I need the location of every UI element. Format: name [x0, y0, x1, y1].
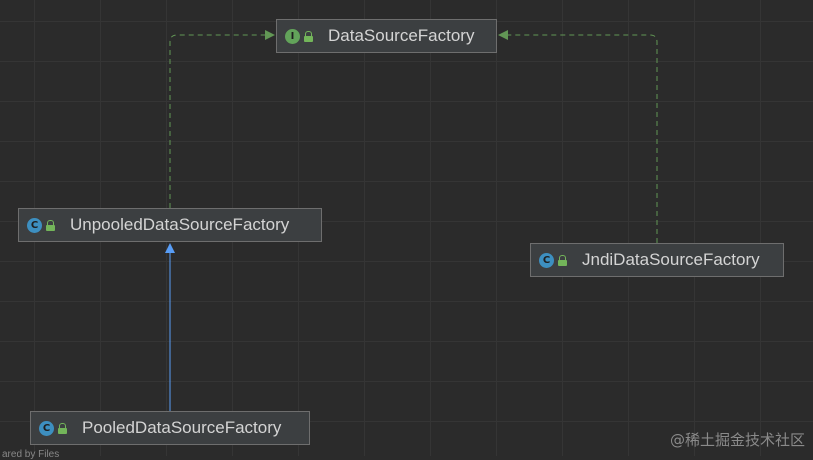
node-jndi-datasource-factory[interactable]: C JndiDataSourceFactory — [530, 243, 784, 277]
lock-icon — [304, 30, 314, 42]
node-datasource-factory[interactable]: I DataSourceFactory — [276, 19, 497, 53]
edge-unpooled-implements-datasource-factory — [169, 30, 275, 208]
lock-icon — [558, 254, 568, 266]
lock-icon — [46, 219, 56, 231]
interface-badge-icon: I — [285, 28, 300, 44]
class-badge-icon: C — [27, 217, 42, 233]
node-label: PooledDataSourceFactory — [82, 418, 282, 437]
node-unpooled-datasource-factory[interactable]: C UnpooledDataSourceFactory — [18, 208, 322, 242]
class-badge-icon: C — [39, 420, 54, 436]
class-badge-icon: C — [539, 252, 554, 268]
lock-icon — [58, 422, 68, 434]
node-label: JndiDataSourceFactory — [582, 250, 760, 269]
node-label: DataSourceFactory — [328, 26, 475, 45]
partial-footer-text: ared by Files — [2, 449, 60, 460]
node-pooled-datasource-factory[interactable]: C PooledDataSourceFactory — [30, 411, 310, 445]
node-label: UnpooledDataSourceFactory — [70, 215, 290, 234]
edge-jndi-implements-datasource-factory — [498, 30, 658, 243]
watermark: @稀土掘金技术社区 — [669, 431, 805, 449]
